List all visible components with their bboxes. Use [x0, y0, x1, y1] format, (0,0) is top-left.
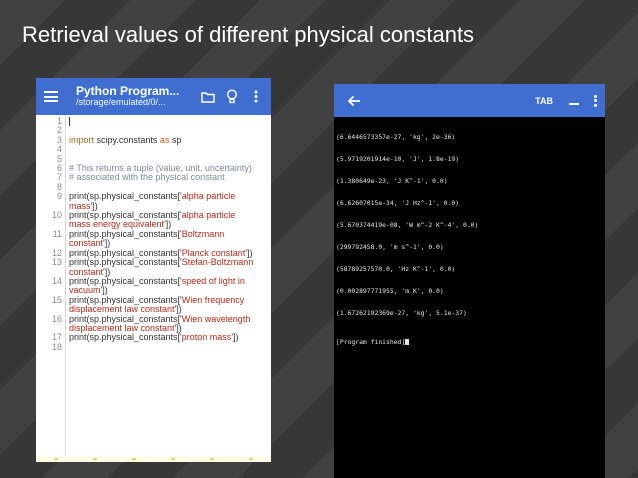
- terminal-toolbar: TAB: [334, 84, 605, 117]
- line-number: 15: [51, 294, 62, 305]
- string-literal: Wien frequency: [181, 294, 245, 305]
- program-finished-line: [Program finished]: [336, 337, 605, 346]
- code-text: sp: [169, 134, 182, 145]
- output-line: (1.380649e-23, 'J K^-1', 0.0): [336, 176, 448, 185]
- line-number: 18: [51, 341, 62, 352]
- output-line: (58789257570.0, 'Hz K^-1', 0.0): [336, 264, 456, 273]
- line-number: 14: [51, 275, 62, 286]
- string-literal: proton mass: [181, 332, 232, 343]
- line-number: 10: [51, 210, 62, 221]
- minimize-icon[interactable]: [569, 102, 579, 105]
- code-lines[interactable]: import scipy.constants as sp # This retu…: [66, 115, 271, 462]
- code-line: print(sp.physical_constants['alpha parti…: [69, 192, 271, 201]
- more-options-icon[interactable]: [247, 88, 265, 106]
- terminal-panel: TAB (6.6446573357e-27, 'kg', 2e-36) (5.9…: [334, 84, 605, 478]
- line-number: 9: [56, 191, 62, 202]
- more-options-icon[interactable]: [593, 94, 597, 107]
- folder-icon[interactable]: [199, 88, 217, 106]
- output-line: (6.62607015e-34, 'J Hz^-1', 0.0): [336, 198, 460, 207]
- editor-file-info: Python Program... /storage/emulated/0/..…: [76, 85, 193, 107]
- lightbulb-icon[interactable]: [223, 88, 241, 106]
- code-line: import scipy.constants as sp: [69, 134, 271, 145]
- editor-toolbar: Python Program... /storage/emulated/0/..…: [36, 78, 271, 115]
- back-arrow-icon[interactable]: [346, 93, 362, 109]
- code-line: print(sp.physical_constants['proton mass…: [69, 333, 271, 342]
- string-literal: alpha particle: [181, 191, 236, 202]
- code-comment: # associated with the physical constant: [69, 172, 225, 183]
- string-literal: Stefan-Boltzmann: [181, 257, 254, 268]
- program-finished-text: [Program finished]: [336, 337, 406, 346]
- line-number: 16: [51, 313, 62, 324]
- editor-file-title: Python Program...: [76, 85, 180, 99]
- hamburger-menu-icon[interactable]: [44, 91, 58, 102]
- line-number: 11: [52, 228, 62, 239]
- string-literal: speed of light in: [181, 275, 245, 286]
- code-text: ']): [231, 332, 239, 343]
- output-line: (5.670374419e-08, 'W m^-2 K^-4', 0.0): [336, 220, 479, 229]
- code-editor-panel: Python Program... /storage/emulated/0/..…: [36, 78, 271, 462]
- output-line: (5.9719201914e-10, 'J', 1.8e-19): [336, 154, 460, 163]
- code-text: scipy.constants: [94, 134, 160, 145]
- line-number-gutter: 1 2 3 4 5 6 7 8 9 10 11 12 13 14 15 16 1…: [36, 115, 66, 462]
- line-number: 13: [51, 257, 62, 268]
- slide-title: Retrieval values of different physical c…: [22, 22, 475, 47]
- string-literal: alpha particle: [181, 210, 236, 221]
- code-area[interactable]: 1 2 3 4 5 6 7 8 9 10 11 12 13 14 15 16 1…: [36, 115, 271, 462]
- output-line: (299792458.0, 'm s^-1', 0.0): [336, 242, 444, 251]
- keyword: as: [159, 134, 170, 145]
- string-literal: Boltzmann: [181, 228, 225, 239]
- code-line: [69, 117, 271, 126]
- terminal-cursor: [405, 338, 410, 345]
- output-line: (0.002897771955, 'm K', 0.0): [336, 286, 444, 295]
- code-text: print(sp.physical_constants[': [69, 332, 182, 343]
- output-line: (6.6446573357e-27, 'kg', 2e-36): [336, 132, 456, 141]
- terminal-output: (6.6446573357e-27, 'kg', 2e-36) (5.97192…: [334, 117, 605, 361]
- string-literal: Wien wavelength: [181, 313, 251, 324]
- editor-bottom-strip: [36, 456, 271, 462]
- keyword: import: [69, 134, 95, 145]
- tab-key-button[interactable]: TAB: [535, 96, 553, 106]
- output-line: (1.67262192369e-27, 'kg', 5.1e-37): [336, 308, 467, 317]
- editor-file-path: /storage/emulated/0/...: [76, 98, 166, 108]
